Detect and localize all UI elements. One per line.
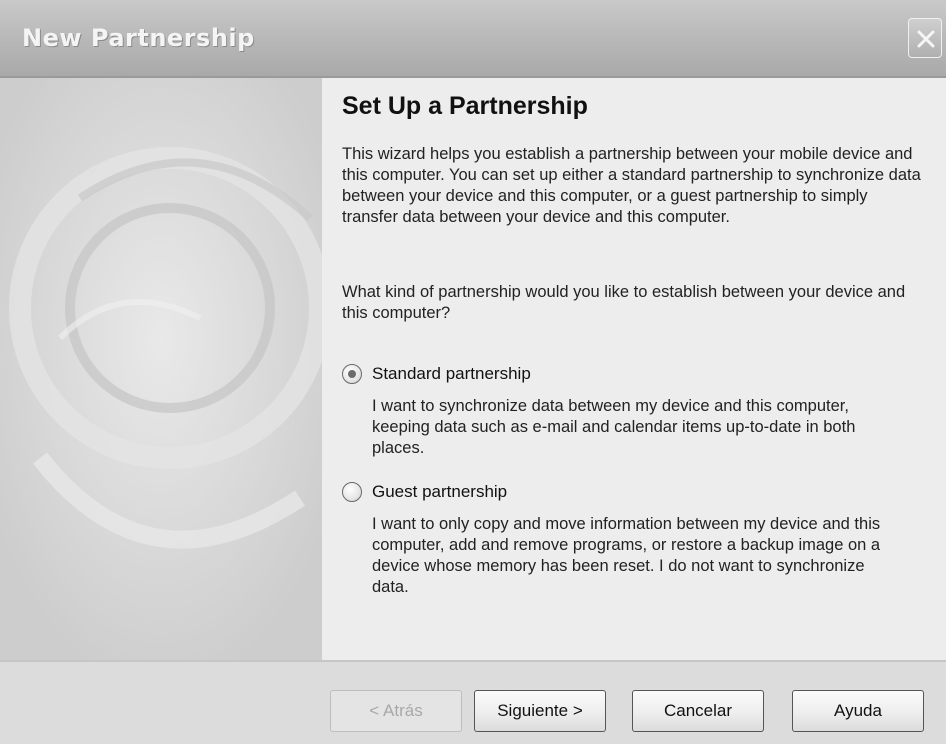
close-button[interactable]	[908, 18, 942, 58]
radio-button-unchecked[interactable]	[342, 482, 362, 502]
wizard-content: Set Up a Partnership This wizard helps y…	[322, 78, 946, 660]
wizard-side-graphic	[0, 78, 323, 660]
radio-standard-partnership[interactable]: Standard partnership	[342, 362, 531, 386]
title-bar[interactable]: New Partnership	[0, 0, 946, 78]
help-button[interactable]: Ayuda	[792, 690, 924, 732]
standard-description: I want to synchronize data between my de…	[372, 397, 856, 457]
swirl-graphic	[0, 78, 322, 660]
question-text: What kind of partnership would you like …	[342, 283, 906, 322]
intro-text: This wizard helps you establish a partne…	[342, 145, 921, 226]
radio-label[interactable]: Standard partnership	[372, 364, 531, 384]
button-bar: < Atrás Siguiente > Cancelar Ayuda	[0, 660, 946, 744]
cancel-button[interactable]: Cancelar	[632, 690, 764, 732]
page-title: Set Up a Partnership	[342, 92, 588, 120]
radio-button-checked[interactable]	[342, 364, 362, 384]
wizard-window: New Partnership Set Up a Partnership Thi…	[0, 0, 946, 744]
guest-description: I want to only copy and move information…	[372, 515, 881, 596]
back-button[interactable]: < Atrás	[330, 690, 462, 732]
radio-label[interactable]: Guest partnership	[372, 482, 507, 502]
next-button[interactable]: Siguiente >	[474, 690, 606, 732]
radio-guest-partnership[interactable]: Guest partnership	[342, 480, 507, 504]
window-title: New Partnership	[22, 24, 255, 52]
close-icon	[917, 30, 935, 48]
